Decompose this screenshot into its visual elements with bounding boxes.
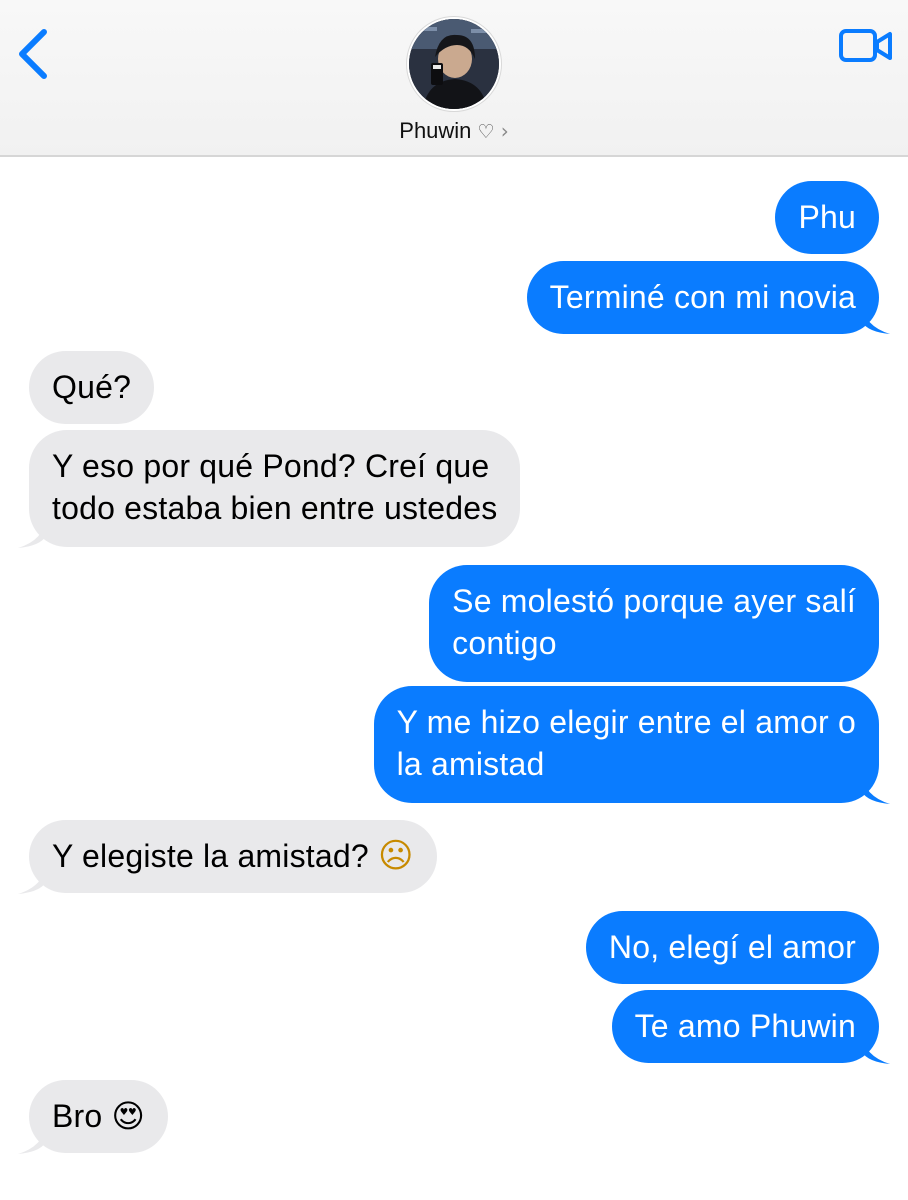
sent-message[interactable]: Te amo Phuwin	[611, 990, 879, 1063]
chevron-right-icon: ›	[500, 119, 509, 143]
video-camera-icon	[839, 29, 892, 62]
received-message[interactable]: Y eso por qué Pond? Creí que todo estaba…	[29, 430, 521, 547]
message-text: Qué?	[52, 369, 132, 405]
contact-avatar[interactable]	[409, 19, 499, 109]
bubble-tail	[18, 864, 46, 894]
heart-eyes-emoji-icon: 😍	[111, 1097, 146, 1135]
message-text-line: contigo	[452, 625, 557, 661]
chevron-left-icon	[19, 29, 47, 79]
bubble-tail	[862, 774, 890, 804]
message-text: No, elegí el amor	[608, 929, 856, 965]
message-text: Terminé con mi novia	[549, 279, 856, 315]
message-text-line: todo estaba bien entre ustedes	[52, 490, 498, 526]
sent-message[interactable]: Se molestó porque ayer salí contigo	[429, 565, 879, 682]
received-message[interactable]: Bro 😍	[29, 1080, 169, 1153]
sent-message[interactable]: Y me hizo elegir entre el amor o la amis…	[373, 686, 879, 803]
received-message[interactable]: Y elegiste la amistad? ☹	[29, 820, 437, 893]
bubble-tail	[862, 1034, 890, 1064]
message-text-line: la amistad	[396, 746, 545, 782]
sent-message[interactable]: No, elegí el amor	[585, 911, 879, 984]
avatar-photo	[409, 19, 499, 109]
message-text-line: Se molestó porque ayer salí	[452, 583, 856, 619]
video-call-button[interactable]	[838, 28, 894, 64]
conversation-header: Phuwin ♡ ›	[0, 0, 908, 157]
received-message[interactable]: Qué?	[29, 351, 155, 424]
frowning-face-icon: ☹	[377, 836, 414, 876]
heart-icon: ♡	[477, 121, 495, 143]
message-text: Bro	[52, 1098, 103, 1134]
message-text-line: Y eso por qué Pond? Creí que	[52, 448, 490, 484]
bubble-tail	[18, 518, 46, 548]
message-text: Te amo Phuwin	[634, 1008, 856, 1044]
sent-message[interactable]: Phu	[775, 181, 879, 254]
bubble-tail	[18, 1124, 46, 1154]
contact-name: Phuwin	[399, 118, 472, 143]
sent-message[interactable]: Terminé con mi novia	[526, 261, 879, 334]
message-text: Y elegiste la amistad?	[52, 838, 369, 874]
message-text-line: Y me hizo elegir entre el amor o	[396, 704, 856, 740]
bubble-tail	[862, 304, 890, 334]
contact-name-button[interactable]: Phuwin ♡ ›	[0, 118, 908, 144]
back-button[interactable]	[14, 26, 54, 82]
message-text: Phu	[798, 199, 856, 235]
